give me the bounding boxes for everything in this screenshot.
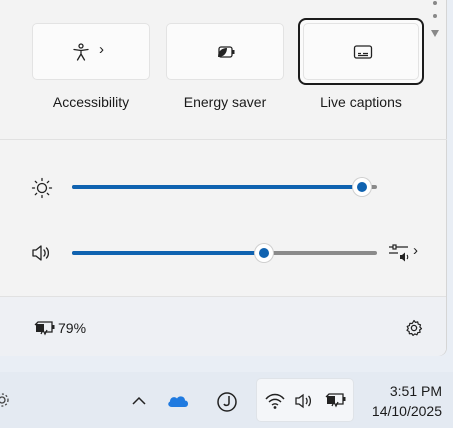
brightness-slider-thumb[interactable] bbox=[352, 178, 371, 196]
j-app-icon[interactable] bbox=[216, 391, 238, 413]
chevron-up-icon[interactable] bbox=[131, 395, 147, 407]
energy-saver-label: Energy saver bbox=[183, 94, 267, 110]
taskbar: 3:51 PM 14/10/2025 bbox=[0, 372, 453, 428]
speaker-icon[interactable] bbox=[31, 244, 51, 262]
clock-date: 14/10/2025 bbox=[371, 403, 442, 419]
live-captions-label: Live captions bbox=[320, 94, 402, 110]
brightness-icon bbox=[31, 177, 53, 199]
live-captions-icon bbox=[353, 45, 373, 59]
speaker-icon bbox=[295, 393, 312, 409]
volume-fill bbox=[72, 251, 265, 255]
accessibility-label: Accessibility bbox=[52, 94, 130, 110]
onedrive-icon[interactable] bbox=[166, 393, 190, 409]
chevron-right-icon[interactable]: › bbox=[99, 41, 104, 58]
wifi-icon bbox=[265, 393, 285, 409]
accessibility-icon bbox=[73, 43, 89, 61]
divider bbox=[0, 139, 447, 140]
battery-charging-icon bbox=[325, 393, 346, 408]
gear-icon[interactable] bbox=[0, 392, 10, 408]
quick-settings-panel: › Accessibility Energy saver Live captio… bbox=[0, 0, 447, 356]
live-captions-tile[interactable] bbox=[298, 18, 424, 85]
accessibility-tile[interactable]: › bbox=[32, 23, 150, 80]
battery-status[interactable]: 79% bbox=[30, 317, 100, 339]
audio-output-button[interactable]: › bbox=[386, 241, 426, 265]
system-tray-group[interactable] bbox=[256, 378, 354, 422]
live-captions-tile-inner bbox=[303, 23, 419, 80]
gear-icon[interactable] bbox=[405, 319, 423, 337]
battery-percent: 79% bbox=[58, 320, 87, 336]
brightness-fill bbox=[72, 185, 362, 189]
battery-charging-icon bbox=[34, 321, 55, 336]
audio-mixer-icon bbox=[389, 244, 409, 262]
scroll-dots-icon[interactable] bbox=[430, 0, 440, 40]
clock-time: 3:51 PM bbox=[389, 383, 442, 399]
energy-saver-icon bbox=[218, 46, 235, 58]
panel-footer: 79% bbox=[0, 296, 446, 356]
chevron-right-icon: › bbox=[413, 242, 418, 259]
volume-slider-thumb[interactable] bbox=[255, 244, 274, 262]
clock[interactable]: 3:51 PM 14/10/2025 bbox=[360, 382, 442, 422]
energy-saver-tile[interactable] bbox=[166, 23, 284, 80]
